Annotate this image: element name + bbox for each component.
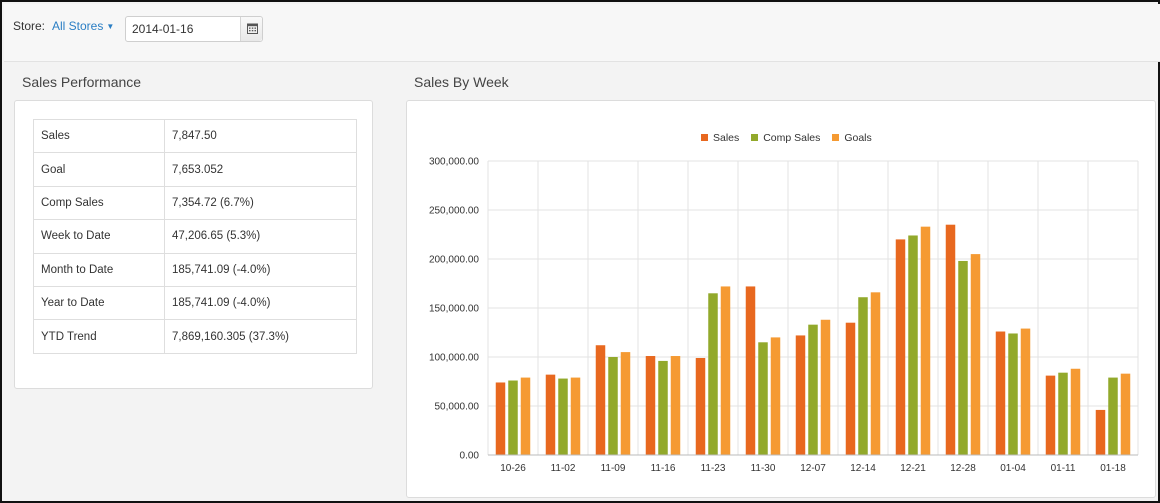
bar	[508, 380, 518, 455]
x-tick-label: 12-14	[850, 463, 876, 474]
bar	[1058, 372, 1068, 455]
row-label: Year to Date	[33, 285, 165, 321]
x-tick-label: 12-21	[900, 463, 926, 474]
bar	[1020, 328, 1031, 455]
store-dropdown[interactable]: All Stores ▼	[52, 19, 114, 33]
bar	[845, 322, 856, 455]
bar	[945, 224, 956, 455]
row-value: 7,869,160.305 (37.3%)	[164, 319, 357, 354]
bar	[545, 374, 556, 455]
sales-performance-panel: Sales 7,847.50 Goal 7,653.052 Comp Sales…	[14, 100, 373, 389]
filter-bar: Store: All Stores ▼	[4, 4, 1160, 62]
x-tick-label: 12-07	[800, 463, 826, 474]
row-value: 7,653.052	[164, 152, 357, 187]
y-tick-label: 0.00	[460, 451, 480, 462]
calendar-button[interactable]	[240, 17, 262, 41]
bar	[558, 378, 568, 455]
sales-performance-table: Sales 7,847.50 Goal 7,653.052 Comp Sales…	[33, 118, 357, 354]
bar	[1070, 368, 1081, 455]
bar	[1045, 375, 1056, 455]
bar	[808, 324, 818, 455]
bar	[995, 331, 1006, 455]
bar	[658, 360, 668, 455]
y-tick-label: 150,000.00	[429, 304, 479, 315]
row-value: 185,741.09 (-4.0%)	[164, 285, 357, 321]
x-tick-label: 12-28	[950, 463, 976, 474]
store-dropdown-label: All Stores	[52, 19, 104, 33]
bar	[820, 319, 831, 455]
row-label: YTD Trend	[33, 319, 165, 354]
y-tick-label: 300,000.00	[429, 157, 479, 168]
bar	[670, 356, 681, 455]
bar	[795, 335, 806, 455]
bar	[745, 286, 756, 455]
bar	[645, 356, 656, 455]
bar	[870, 292, 881, 455]
row-label: Sales	[33, 118, 165, 154]
bar	[770, 337, 781, 455]
sales-by-week-title: Sales By Week	[414, 74, 509, 90]
x-tick-label: 01-04	[1000, 463, 1026, 474]
row-label: Goal	[33, 152, 165, 187]
x-tick-label: 11-23	[701, 463, 726, 474]
sales-performance-title: Sales Performance	[22, 74, 142, 90]
table-row: Year to Date 185,741.09 (-4.0%)	[33, 285, 357, 321]
app-frame: Store: All Stores▼ Sales Performance Sal…	[0, 0, 1160, 503]
y-tick-label: 100,000.00	[429, 353, 479, 364]
bar	[1120, 373, 1131, 455]
row-value: 47,206.65 (5.3%)	[164, 219, 357, 254]
x-tick-label: 01-18	[1100, 463, 1126, 474]
bar	[708, 293, 718, 455]
x-tick-label: 01-11	[1051, 463, 1076, 474]
row-value: 7,354.72 (6.7%)	[164, 185, 357, 221]
row-label: Month to Date	[33, 252, 165, 287]
bar	[520, 377, 531, 455]
bar	[758, 342, 768, 455]
row-value: 185,741.09 (-4.0%)	[164, 252, 357, 287]
bar	[1108, 377, 1118, 455]
caret-down-icon: ▼	[106, 22, 115, 31]
table-row: Goal 7,653.052	[33, 152, 357, 187]
calendar-icon	[247, 23, 258, 34]
sales-by-week-panel: Sales Comp Sales Goals 0.00 50,000.00 100,…	[406, 100, 1156, 498]
bar	[570, 377, 581, 455]
store-label: Store:	[13, 19, 46, 33]
bar	[1095, 409, 1106, 455]
bar	[695, 357, 706, 455]
x-tick-label: 10-26	[500, 463, 526, 474]
y-tick-label: 50,000.00	[435, 402, 480, 413]
bar	[895, 239, 906, 455]
row-value: 7,847.50	[164, 118, 357, 154]
y-tick-label: 250,000.00	[429, 206, 479, 217]
bar	[858, 297, 868, 455]
table-row: YTD Trend 7,869,160.305 (37.3%)	[33, 319, 357, 354]
bar	[720, 286, 731, 455]
row-label: Comp Sales	[33, 185, 165, 221]
table-row: Month to Date 185,741.09 (-4.0%)	[33, 252, 357, 287]
table-row: Comp Sales 7,354.72 (6.7%)	[33, 185, 357, 221]
bar	[920, 226, 931, 455]
y-tick-label: 200,000.00	[429, 255, 479, 266]
bar	[620, 352, 631, 455]
x-tick-label: 11-30	[751, 463, 776, 474]
table-row: Week to Date 47,206.65 (5.3%)	[33, 219, 357, 254]
bar	[970, 254, 981, 455]
x-tick-label: 11-02	[551, 463, 576, 474]
row-label: Week to Date	[33, 219, 165, 254]
x-tick-label: 11-16	[651, 463, 676, 474]
bar	[495, 382, 506, 455]
bar	[608, 357, 618, 455]
bar	[595, 345, 606, 455]
bar	[1008, 333, 1018, 455]
x-tick-label: 11-09	[601, 463, 626, 474]
table-row: Sales 7,847.50	[33, 118, 357, 154]
bar	[958, 260, 968, 455]
sales-by-week-chart: 0.00 50,000.00 100,000.00 150,000.00 200,000…	[429, 157, 1139, 474]
bar	[908, 235, 918, 455]
